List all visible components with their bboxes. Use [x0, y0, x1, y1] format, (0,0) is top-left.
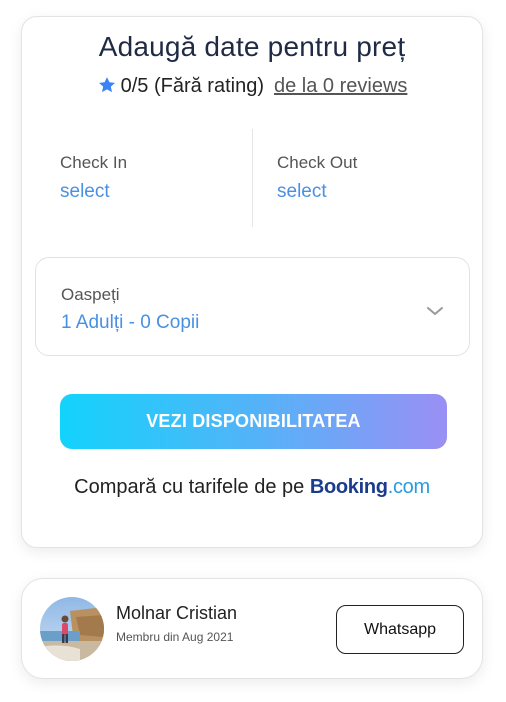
- rating-row: 0/5 (Fără rating) de la 0 reviews: [22, 75, 482, 101]
- host-card: Molnar Cristian Membru din Aug 2021 What…: [21, 578, 483, 679]
- booking-logo[interactable]: Booking.com: [310, 476, 430, 498]
- chevron-down-icon: [426, 304, 444, 322]
- guests-value: 1 Adulți - 0 Copii: [61, 312, 200, 333]
- guests-select[interactable]: Oaspeți 1 Adulți - 0 Copii: [35, 257, 470, 356]
- check-in-label: Check In: [60, 153, 128, 172]
- whatsapp-button[interactable]: Whatsapp: [336, 605, 464, 654]
- date-divider: [252, 129, 253, 227]
- date-selector: Check In select Check Out select: [22, 129, 482, 227]
- host-name: Molnar Cristian: [116, 603, 238, 623]
- check-out-field[interactable]: Check Out select: [277, 129, 467, 227]
- member-since: Membru din Aug 2021: [116, 630, 234, 644]
- compare-text: Compară cu tarifele de pe: [74, 476, 305, 498]
- compare-prices: Compară cu tarifele de pe Booking.com: [22, 476, 482, 499]
- avatar: [40, 597, 104, 661]
- guests-label: Oaspeți: [61, 285, 120, 304]
- reviews-link[interactable]: de la 0 reviews: [274, 75, 407, 97]
- booking-card: Adaugă date pentru preț 0/5 (Fără rating…: [21, 16, 483, 548]
- star-icon: [97, 75, 117, 101]
- booking-suffix: .com: [387, 476, 430, 498]
- check-in-value[interactable]: select: [60, 181, 250, 203]
- booking-brand: Booking: [309, 476, 388, 498]
- price-title: Adaugă date pentru preț: [98, 31, 406, 62]
- check-in-field[interactable]: Check In select: [60, 129, 250, 227]
- rating-score: 0/5 (Fără rating): [120, 75, 264, 97]
- check-out-value[interactable]: select: [277, 181, 467, 203]
- check-out-label: Check Out: [277, 153, 358, 172]
- check-availability-button[interactable]: VEZI DISPONIBILITATEA: [60, 394, 447, 449]
